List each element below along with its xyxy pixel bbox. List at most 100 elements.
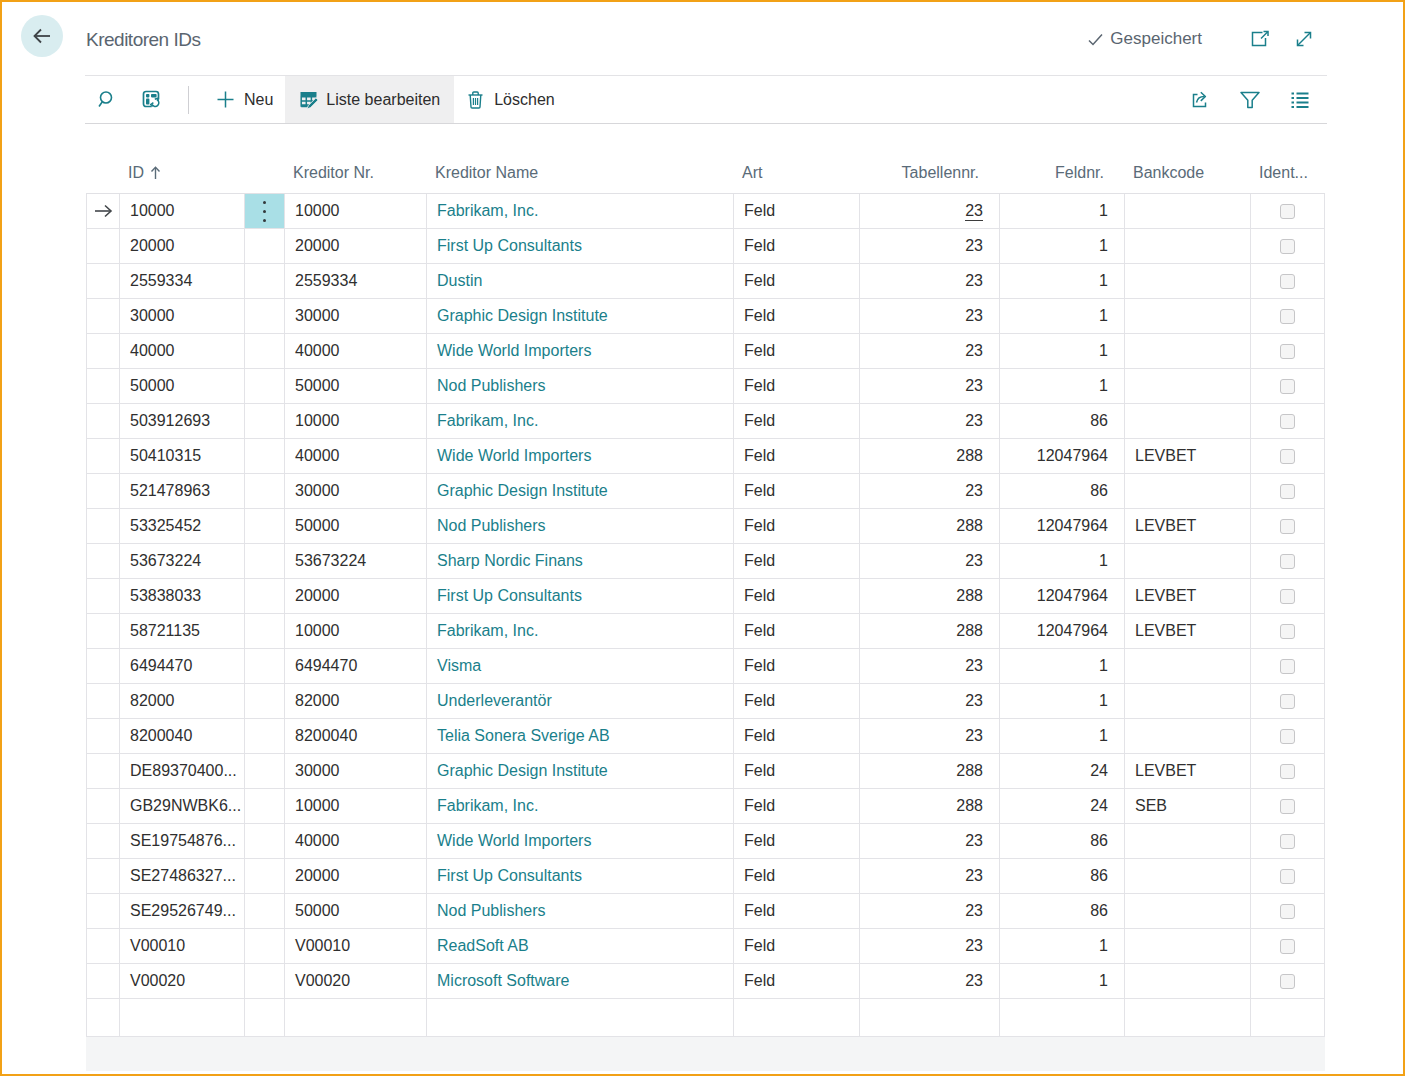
cell-kreditor-nr[interactable]: 53673224 <box>285 544 427 578</box>
cell-id[interactable]: 521478963 <box>120 474 245 508</box>
cell-kreditor-name[interactable]: Fabrikam, Inc. <box>427 404 734 438</box>
cell-art[interactable]: Feld <box>734 439 860 473</box>
cell-feldnr[interactable]: 86 <box>1000 404 1125 438</box>
ident-checkbox[interactable] <box>1280 729 1295 744</box>
cell-id[interactable]: SE19754876... <box>120 824 245 858</box>
cell-id[interactable]: 58721135 <box>120 614 245 648</box>
kreditor-name-link[interactable]: Wide World Importers <box>437 832 591 850</box>
cell-kreditor-nr[interactable]: 2559334 <box>285 264 427 298</box>
cell-bankcode[interactable] <box>1125 229 1251 263</box>
cell-art[interactable]: Feld <box>734 649 860 683</box>
cell-feldnr[interactable] <box>1000 999 1125 1036</box>
cell-art[interactable]: Feld <box>734 859 860 893</box>
column-header-art[interactable]: Art <box>733 164 859 182</box>
cell-feldnr[interactable]: 1 <box>1000 299 1125 333</box>
cell-tabellennr[interactable]: 23 <box>860 264 1000 298</box>
cell-tabellennr[interactable]: 23 <box>860 194 1000 228</box>
cell-feldnr[interactable]: 12047964 <box>1000 509 1125 543</box>
cell-feldnr[interactable]: 1 <box>1000 229 1125 263</box>
cell-id[interactable]: 53325452 <box>120 509 245 543</box>
cell-tabellennr[interactable]: 23 <box>860 404 1000 438</box>
row-options-button[interactable] <box>245 439 285 473</box>
cell-tabellennr[interactable]: 288 <box>860 789 1000 823</box>
cell-id[interactable]: 2559334 <box>120 264 245 298</box>
cell-kreditor-name[interactable]: Fabrikam, Inc. <box>427 789 734 823</box>
cell-feldnr[interactable]: 24 <box>1000 754 1125 788</box>
row-options-button[interactable] <box>245 789 285 823</box>
ident-checkbox[interactable] <box>1280 694 1295 709</box>
cell-id[interactable]: SE29526749... <box>120 894 245 928</box>
cell-art[interactable]: Feld <box>734 369 860 403</box>
cell-bankcode[interactable]: LEVBET <box>1125 439 1251 473</box>
cell-id[interactable]: 82000 <box>120 684 245 718</box>
kreditor-name-link[interactable]: Fabrikam, Inc. <box>437 412 538 430</box>
new-button[interactable]: Neu <box>204 76 285 123</box>
cell-kreditor-name[interactable]: Dustin <box>427 264 734 298</box>
cell-art[interactable]: Feld <box>734 474 860 508</box>
ident-checkbox[interactable] <box>1280 974 1295 989</box>
cell-kreditor-nr[interactable]: 40000 <box>285 439 427 473</box>
cell-art[interactable]: Feld <box>734 684 860 718</box>
row-options-button[interactable] <box>245 194 285 228</box>
cell-art[interactable] <box>734 999 860 1036</box>
cell-feldnr[interactable]: 1 <box>1000 929 1125 963</box>
row-options-button[interactable] <box>245 754 285 788</box>
cell-kreditor-nr[interactable] <box>285 999 427 1036</box>
cell-bankcode[interactable] <box>1125 369 1251 403</box>
cell-kreditor-name[interactable]: Nod Publishers <box>427 509 734 543</box>
cell-art[interactable]: Feld <box>734 719 860 753</box>
cell-bankcode[interactable]: LEVBET <box>1125 509 1251 543</box>
kreditor-name-link[interactable]: Wide World Importers <box>437 447 591 465</box>
row-options-button[interactable] <box>245 614 285 648</box>
ident-checkbox[interactable] <box>1280 274 1295 289</box>
cell-kreditor-name[interactable]: Fabrikam, Inc. <box>427 614 734 648</box>
column-header-kreditor-name[interactable]: Kreditor Name <box>426 164 733 182</box>
cell-bankcode[interactable] <box>1125 964 1251 998</box>
cell-kreditor-name[interactable]: Wide World Importers <box>427 824 734 858</box>
row-options-button[interactable] <box>245 264 285 298</box>
cell-art[interactable]: Feld <box>734 194 860 228</box>
cell-bankcode[interactable] <box>1125 474 1251 508</box>
cell-tabellennr[interactable] <box>860 999 1000 1036</box>
expand-page-button[interactable] <box>1284 19 1324 59</box>
cell-bankcode[interactable]: LEVBET <box>1125 754 1251 788</box>
ident-checkbox[interactable] <box>1280 904 1295 919</box>
cell-kreditor-nr[interactable]: 20000 <box>285 579 427 613</box>
cell-id[interactable]: V00020 <box>120 964 245 998</box>
cell-art[interactable]: Feld <box>734 264 860 298</box>
cell-art[interactable]: Feld <box>734 894 860 928</box>
row-options-button[interactable] <box>245 929 285 963</box>
cell-feldnr[interactable]: 24 <box>1000 789 1125 823</box>
kreditor-name-link[interactable]: Fabrikam, Inc. <box>437 622 538 640</box>
cell-bankcode[interactable] <box>1125 894 1251 928</box>
cell-kreditor-name[interactable]: First Up Consultants <box>427 229 734 263</box>
cell-kreditor-name[interactable]: Telia Sonera Sverige AB <box>427 719 734 753</box>
cell-art[interactable]: Feld <box>734 229 860 263</box>
row-options-button[interactable] <box>245 579 285 613</box>
cell-bankcode[interactable] <box>1125 299 1251 333</box>
cell-id[interactable]: 40000 <box>120 334 245 368</box>
cell-kreditor-nr[interactable]: 20000 <box>285 859 427 893</box>
kreditor-name-link[interactable]: First Up Consultants <box>437 587 582 605</box>
kreditor-name-link[interactable]: Microsoft Software <box>437 972 569 990</box>
cell-feldnr[interactable]: 86 <box>1000 474 1125 508</box>
cell-id[interactable]: 20000 <box>120 229 245 263</box>
cell-kreditor-name[interactable]: Nod Publishers <box>427 369 734 403</box>
cell-kreditor-nr[interactable]: V00020 <box>285 964 427 998</box>
kreditor-name-link[interactable]: First Up Consultants <box>437 867 582 885</box>
ident-checkbox[interactable] <box>1280 239 1295 254</box>
column-header-bankcode[interactable]: Bankcode <box>1124 164 1250 182</box>
cell-id[interactable]: GB29NWBK6... <box>120 789 245 823</box>
ident-checkbox[interactable] <box>1280 939 1295 954</box>
cell-kreditor-nr[interactable]: 10000 <box>285 789 427 823</box>
cell-kreditor-nr[interactable]: 40000 <box>285 824 427 858</box>
cell-tabellennr[interactable]: 23 <box>860 334 1000 368</box>
cell-art[interactable]: Feld <box>734 404 860 438</box>
kreditor-name-link[interactable]: Underleverantör <box>437 692 552 710</box>
cell-kreditor-name[interactable]: Visma <box>427 649 734 683</box>
ident-checkbox[interactable] <box>1280 449 1295 464</box>
ident-checkbox[interactable] <box>1280 764 1295 779</box>
open-in-new-window-button[interactable] <box>1240 19 1280 59</box>
row-options-button[interactable] <box>245 824 285 858</box>
cell-kreditor-name[interactable]: Graphic Design Institute <box>427 474 734 508</box>
